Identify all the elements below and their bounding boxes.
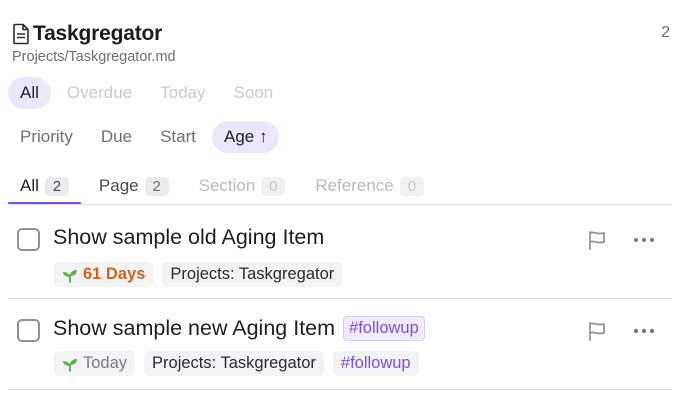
scope-tabs: All 2 Page 2 Section 0 Reference 0 <box>8 168 442 205</box>
task-meta: Today Projects: Taskgregator #followup <box>54 351 428 376</box>
inline-tag[interactable]: #followup <box>343 316 425 341</box>
tab-count-badge: 0 <box>261 176 286 196</box>
task-checkbox[interactable] <box>17 228 40 251</box>
taskgregator-panel: Taskgregator 2 Projects/Taskgregator.md … <box>0 0 690 405</box>
project-chip[interactable]: Projects: Taskgregator <box>162 262 343 287</box>
age-chip: Today <box>54 351 136 376</box>
sort-due[interactable]: Due <box>89 121 144 153</box>
task-title-text: Show sample new Aging Item <box>53 316 336 340</box>
task-checkbox[interactable] <box>17 319 40 342</box>
page-title: Taskgregator <box>33 22 163 45</box>
sort-priority[interactable]: Priority <box>8 121 85 153</box>
tab-count-badge: 0 <box>399 176 424 196</box>
age-label: Today <box>83 354 128 372</box>
more-horizontal-icon[interactable] <box>632 320 656 342</box>
header-title-row: Taskgregator <box>12 20 162 48</box>
tab-label: Page <box>98 176 139 195</box>
tab-all[interactable]: All 2 <box>8 168 81 205</box>
tab-count-badge: 2 <box>44 176 69 196</box>
task-title[interactable]: Show sample old Aging Item <box>53 225 324 250</box>
filter-overdue[interactable]: Overdue <box>55 77 144 109</box>
sprout-icon <box>63 358 77 372</box>
row-divider <box>8 389 672 390</box>
tab-label: All <box>20 176 39 195</box>
sort-age[interactable]: Age ↑ <box>212 121 280 153</box>
tab-section[interactable]: Section 0 <box>187 168 298 204</box>
row-divider <box>8 298 672 299</box>
tab-page[interactable]: Page 2 <box>87 168 181 204</box>
filter-all[interactable]: All <box>8 77 51 109</box>
task-count: 2 <box>661 24 670 41</box>
document-icon <box>13 23 29 45</box>
age-label: 61 Days <box>83 265 146 283</box>
filter-bar: All Overdue Today Soon <box>8 77 289 109</box>
more-horizontal-icon[interactable] <box>632 229 656 251</box>
age-chip: 61 Days <box>54 262 154 287</box>
task-title[interactable]: Show sample new Aging Item #followup <box>53 316 425 341</box>
filter-soon[interactable]: Soon <box>221 77 285 109</box>
task-row: Show sample old Aging Item 61 Days Proje… <box>8 205 672 299</box>
task-title-text: Show sample old Aging Item <box>53 225 325 249</box>
sprout-icon <box>63 269 77 283</box>
task-meta: 61 Days Projects: Taskgregator <box>54 262 351 287</box>
tag-chip[interactable]: #followup <box>332 351 419 376</box>
project-chip[interactable]: Projects: Taskgregator <box>144 351 324 376</box>
sort-start[interactable]: Start <box>148 121 208 153</box>
tab-label: Reference <box>315 176 394 195</box>
task-row: Show sample new Aging Item #followup Tod… <box>8 300 672 390</box>
tab-count-badge: 2 <box>144 176 169 196</box>
flag-icon[interactable] <box>586 320 608 342</box>
tab-reference[interactable]: Reference 0 <box>303 168 435 204</box>
filter-today[interactable]: Today <box>148 77 217 109</box>
sort-bar: Priority Due Start Age ↑ <box>8 121 283 153</box>
tab-label: Section <box>198 176 256 195</box>
file-path-link[interactable]: Projects/Taskgregator.md <box>12 49 176 65</box>
flag-icon[interactable] <box>586 229 608 251</box>
